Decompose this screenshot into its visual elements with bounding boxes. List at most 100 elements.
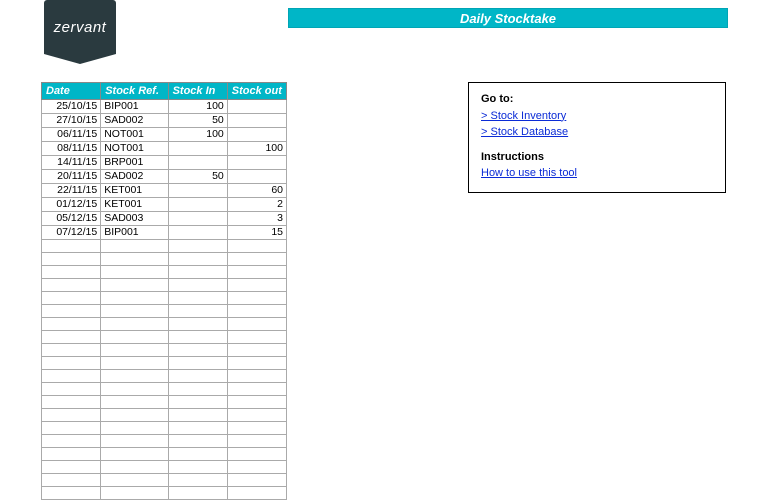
table-row[interactable] bbox=[42, 435, 287, 448]
cell-empty[interactable] bbox=[42, 370, 101, 383]
cell-in[interactable] bbox=[168, 142, 227, 156]
cell-empty[interactable] bbox=[101, 370, 168, 383]
cell-empty[interactable] bbox=[168, 487, 227, 500]
cell-empty[interactable] bbox=[42, 487, 101, 500]
cell-empty[interactable] bbox=[42, 344, 101, 357]
cell-in[interactable] bbox=[168, 156, 227, 170]
table-row[interactable] bbox=[42, 266, 287, 279]
table-row[interactable] bbox=[42, 383, 287, 396]
cell-empty[interactable] bbox=[42, 305, 101, 318]
cell-empty[interactable] bbox=[168, 279, 227, 292]
cell-empty[interactable] bbox=[42, 357, 101, 370]
cell-in[interactable]: 100 bbox=[168, 100, 227, 114]
table-row[interactable]: 06/11/15NOT001100 bbox=[42, 128, 287, 142]
cell-date[interactable]: 27/10/15 bbox=[42, 114, 101, 128]
cell-empty[interactable] bbox=[42, 448, 101, 461]
table-row[interactable] bbox=[42, 422, 287, 435]
cell-empty[interactable] bbox=[101, 435, 168, 448]
cell-date[interactable]: 25/10/15 bbox=[42, 100, 101, 114]
cell-in[interactable] bbox=[168, 226, 227, 240]
cell-date[interactable]: 08/11/15 bbox=[42, 142, 101, 156]
table-row[interactable] bbox=[42, 240, 287, 253]
link-stock-inventory[interactable]: > Stock Inventory bbox=[481, 110, 566, 122]
cell-empty[interactable] bbox=[168, 344, 227, 357]
cell-empty[interactable] bbox=[227, 331, 286, 344]
cell-empty[interactable] bbox=[42, 474, 101, 487]
cell-empty[interactable] bbox=[227, 279, 286, 292]
cell-empty[interactable] bbox=[168, 240, 227, 253]
cell-empty[interactable] bbox=[101, 305, 168, 318]
link-stock-database[interactable]: > Stock Database bbox=[481, 126, 568, 138]
cell-in[interactable]: 50 bbox=[168, 114, 227, 128]
cell-empty[interactable] bbox=[101, 253, 168, 266]
table-row[interactable]: 27/10/15SAD00250 bbox=[42, 114, 287, 128]
table-row[interactable] bbox=[42, 487, 287, 500]
cell-empty[interactable] bbox=[227, 266, 286, 279]
cell-ref[interactable]: NOT001 bbox=[101, 128, 168, 142]
cell-out[interactable] bbox=[227, 170, 286, 184]
cell-empty[interactable] bbox=[42, 279, 101, 292]
cell-empty[interactable] bbox=[227, 474, 286, 487]
cell-empty[interactable] bbox=[42, 331, 101, 344]
cell-empty[interactable] bbox=[42, 383, 101, 396]
cell-empty[interactable] bbox=[227, 240, 286, 253]
cell-empty[interactable] bbox=[101, 344, 168, 357]
cell-date[interactable]: 01/12/15 bbox=[42, 198, 101, 212]
cell-empty[interactable] bbox=[227, 292, 286, 305]
cell-date[interactable]: 20/11/15 bbox=[42, 170, 101, 184]
link-how-to-use[interactable]: How to use this tool bbox=[481, 167, 577, 179]
cell-empty[interactable] bbox=[42, 292, 101, 305]
cell-ref[interactable]: KET001 bbox=[101, 198, 168, 212]
cell-empty[interactable] bbox=[227, 253, 286, 266]
cell-out[interactable]: 100 bbox=[227, 142, 286, 156]
table-row[interactable] bbox=[42, 344, 287, 357]
cell-in[interactable]: 100 bbox=[168, 128, 227, 142]
table-row[interactable] bbox=[42, 448, 287, 461]
cell-empty[interactable] bbox=[101, 487, 168, 500]
cell-out[interactable] bbox=[227, 128, 286, 142]
cell-empty[interactable] bbox=[168, 253, 227, 266]
cell-empty[interactable] bbox=[101, 292, 168, 305]
table-row[interactable] bbox=[42, 474, 287, 487]
cell-empty[interactable] bbox=[168, 318, 227, 331]
cell-in[interactable] bbox=[168, 184, 227, 198]
cell-empty[interactable] bbox=[227, 422, 286, 435]
cell-ref[interactable]: SAD002 bbox=[101, 114, 168, 128]
cell-empty[interactable] bbox=[42, 435, 101, 448]
cell-empty[interactable] bbox=[42, 240, 101, 253]
cell-date[interactable]: 05/12/15 bbox=[42, 212, 101, 226]
cell-empty[interactable] bbox=[168, 435, 227, 448]
cell-date[interactable]: 07/12/15 bbox=[42, 226, 101, 240]
cell-empty[interactable] bbox=[168, 448, 227, 461]
cell-empty[interactable] bbox=[227, 305, 286, 318]
table-row[interactable] bbox=[42, 357, 287, 370]
table-row[interactable] bbox=[42, 292, 287, 305]
cell-empty[interactable] bbox=[101, 474, 168, 487]
cell-empty[interactable] bbox=[42, 396, 101, 409]
cell-empty[interactable] bbox=[42, 253, 101, 266]
cell-empty[interactable] bbox=[227, 357, 286, 370]
cell-empty[interactable] bbox=[101, 331, 168, 344]
cell-empty[interactable] bbox=[168, 370, 227, 383]
cell-empty[interactable] bbox=[227, 409, 286, 422]
table-row[interactable] bbox=[42, 409, 287, 422]
cell-ref[interactable]: BIP001 bbox=[101, 100, 168, 114]
cell-empty[interactable] bbox=[101, 422, 168, 435]
table-row[interactable] bbox=[42, 461, 287, 474]
cell-out[interactable] bbox=[227, 114, 286, 128]
cell-date[interactable]: 06/11/15 bbox=[42, 128, 101, 142]
cell-empty[interactable] bbox=[168, 474, 227, 487]
table-row[interactable]: 22/11/15KET00160 bbox=[42, 184, 287, 198]
cell-ref[interactable]: SAD002 bbox=[101, 170, 168, 184]
cell-empty[interactable] bbox=[101, 279, 168, 292]
table-row[interactable]: 08/11/15NOT001100 bbox=[42, 142, 287, 156]
cell-empty[interactable] bbox=[101, 240, 168, 253]
cell-empty[interactable] bbox=[101, 318, 168, 331]
cell-ref[interactable]: SAD003 bbox=[101, 212, 168, 226]
cell-empty[interactable] bbox=[168, 409, 227, 422]
cell-empty[interactable] bbox=[42, 461, 101, 474]
cell-empty[interactable] bbox=[101, 357, 168, 370]
cell-in[interactable] bbox=[168, 212, 227, 226]
table-row[interactable] bbox=[42, 318, 287, 331]
table-row[interactable] bbox=[42, 305, 287, 318]
